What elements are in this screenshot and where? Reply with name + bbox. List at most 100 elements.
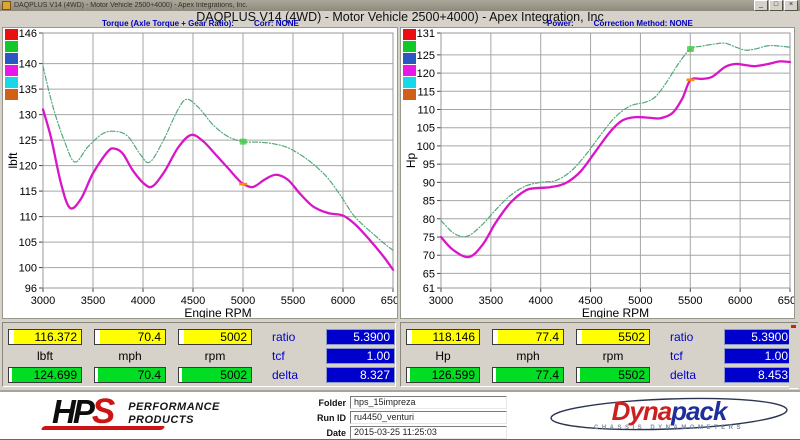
power-ratio-label: ratio — [662, 329, 712, 345]
torque-correction-label: Corr: NONE — [254, 19, 299, 28]
run-id-field[interactable]: ru4450_venturi — [350, 411, 507, 424]
svg-text:131: 131 — [417, 28, 435, 40]
svg-text:140: 140 — [19, 59, 37, 71]
run-id-label: Run ID — [310, 413, 346, 423]
torque-chart[interactable]: 3000350040004500500055006000650014614013… — [3, 28, 397, 318]
power-correction-label: Correction Method: NONE — [594, 19, 693, 28]
power-chart[interactable]: 3000350040004500500055006000650013112512… — [401, 28, 794, 318]
svg-text:70: 70 — [423, 250, 435, 262]
svg-text:Hp: Hp — [404, 153, 418, 169]
legend-swatch-2[interactable] — [5, 53, 18, 64]
svg-text:75: 75 — [423, 232, 435, 244]
legend-swatch-5[interactable] — [403, 89, 416, 100]
gutter-mark-icon — [791, 325, 796, 328]
window-title: DAQPLUS V14 (4WD) - Motor Vehicle 2500+4… — [14, 2, 754, 9]
power-chart-panel: 3000350040004500500055006000650013112512… — [400, 27, 795, 319]
svg-text:100: 100 — [19, 263, 37, 275]
svg-text:3000: 3000 — [31, 295, 55, 307]
legend-swatch-1[interactable] — [5, 41, 18, 52]
torque-delta-value: 8.327 — [326, 367, 395, 383]
app-icon — [2, 1, 11, 10]
svg-text:5500: 5500 — [678, 295, 702, 307]
panel-resize-gutter[interactable] — [789, 322, 798, 389]
date-field[interactable]: 2015-03-25 11:25:03 — [350, 426, 507, 439]
svg-text:85: 85 — [423, 196, 435, 208]
footer: HPS PERFORMANCE PRODUCTS Folder hps_15im… — [0, 390, 800, 439]
close-button[interactable]: × — [784, 0, 798, 11]
date-label: Date — [310, 428, 346, 438]
svg-text:6000: 6000 — [728, 295, 752, 307]
dynapack-logo: Dynapack CHASSIS DYNAMOMETERS — [545, 396, 793, 437]
folder-field[interactable]: hps_15impreza — [350, 396, 507, 409]
torque-readout-panel: 116.372 70.4 5002 ratio 5.3900 lbft mph … — [2, 322, 396, 387]
power-tcf-label: tcf — [662, 348, 712, 364]
power-reference-rpm: 5502 — [576, 367, 650, 383]
legend-swatch-4[interactable] — [403, 77, 416, 88]
svg-text:105: 105 — [417, 123, 435, 135]
torque-unit-label: lbft — [8, 348, 82, 364]
svg-text:130: 130 — [19, 110, 37, 122]
hps-letters: HP — [52, 393, 92, 430]
legend-swatch-2[interactable] — [403, 53, 416, 64]
power-current-speed: 77.4 — [492, 329, 564, 345]
svg-text:125: 125 — [417, 50, 435, 62]
power-readout-panel: 118.146 77.4 5502 ratio 5.3900 Hp mph rp… — [400, 322, 794, 387]
power-chart-legend — [403, 29, 416, 100]
legend-swatch-4[interactable] — [5, 77, 18, 88]
torque-current-speed: 70.4 — [94, 329, 166, 345]
svg-text:3500: 3500 — [479, 295, 503, 307]
svg-text:4000: 4000 — [131, 295, 155, 307]
window-titlebar[interactable]: DAQPLUS V14 (4WD) - Motor Vehicle 2500+4… — [0, 0, 800, 11]
hps-wordmark: HPS — [52, 397, 112, 428]
dynapack-subtitle: CHASSIS DYNAMOMETERS — [545, 425, 793, 431]
svg-text:3000: 3000 — [429, 295, 453, 307]
svg-text:110: 110 — [417, 105, 435, 117]
svg-text:lbft: lbft — [6, 152, 20, 169]
power-reference-value: 126.599 — [406, 367, 480, 383]
torque-current-rpm: 5002 — [178, 329, 252, 345]
torque-chart-legend — [5, 29, 18, 100]
legend-swatch-3[interactable] — [403, 65, 416, 76]
minimize-button[interactable]: _ — [754, 0, 768, 11]
torque-tcf-value: 1.00 — [326, 348, 395, 364]
svg-text:61: 61 — [423, 283, 435, 295]
hps-tagline: PERFORMANCE PRODUCTS — [128, 401, 220, 427]
torque-reference-speed: 70.4 — [94, 367, 166, 383]
svg-text:4000: 4000 — [528, 295, 552, 307]
torque-ratio-label: ratio — [264, 329, 314, 345]
torque-delta-label: delta — [264, 367, 314, 383]
svg-text:Engine RPM: Engine RPM — [184, 306, 251, 318]
svg-text:146: 146 — [19, 28, 37, 40]
svg-text:120: 120 — [19, 161, 37, 173]
power-reference-speed: 77.4 — [492, 367, 564, 383]
torque-current-value: 116.372 — [8, 329, 82, 345]
svg-text:135: 135 — [19, 84, 37, 96]
hps-swoosh-icon — [40, 426, 165, 430]
folder-label: Folder — [310, 398, 346, 408]
svg-text:6500: 6500 — [381, 295, 397, 307]
power-current-rpm: 5502 — [576, 329, 650, 345]
legend-swatch-0[interactable] — [5, 29, 18, 40]
svg-text:Engine RPM: Engine RPM — [582, 306, 649, 318]
svg-text:80: 80 — [423, 214, 435, 226]
svg-text:90: 90 — [423, 177, 435, 189]
svg-text:100: 100 — [417, 141, 435, 153]
legend-swatch-0[interactable] — [403, 29, 416, 40]
power-delta-value: 8.453 — [724, 367, 793, 383]
power-ratio-value: 5.3900 — [724, 329, 793, 345]
svg-text:95: 95 — [423, 159, 435, 171]
svg-text:65: 65 — [423, 268, 435, 280]
power-unit-label: Hp — [406, 348, 480, 364]
run-info-form: Folder hps_15impreza Run ID ru4450_ventu… — [310, 396, 507, 440]
torque-ratio-value: 5.3900 — [326, 329, 395, 345]
svg-text:3500: 3500 — [81, 295, 105, 307]
torque-chart-header: Torque (Axle Torque + Gear Ratio):Corr: … — [102, 19, 299, 28]
svg-text:6500: 6500 — [778, 295, 794, 307]
torque-reference-value: 124.699 — [8, 367, 82, 383]
legend-swatch-5[interactable] — [5, 89, 18, 100]
power-speed-unit-label: mph — [492, 348, 564, 364]
legend-swatch-3[interactable] — [5, 65, 18, 76]
maximize-button[interactable]: □ — [769, 0, 783, 11]
svg-text:105: 105 — [19, 237, 37, 249]
legend-swatch-1[interactable] — [403, 41, 416, 52]
